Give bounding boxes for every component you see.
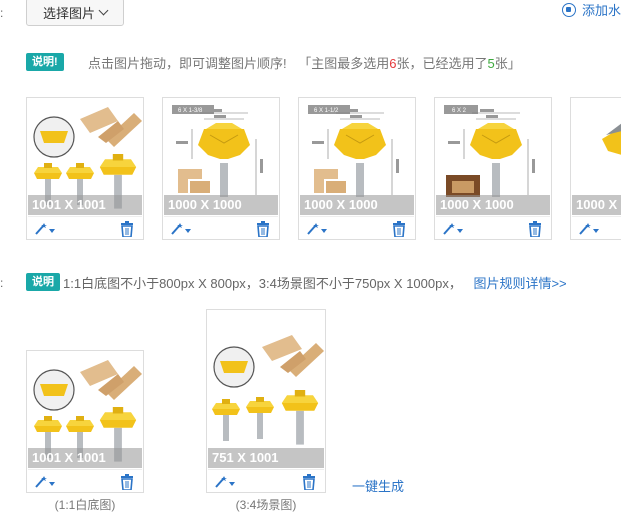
main-image-5[interactable]: 1000 X — [570, 97, 621, 240]
image-toolbar — [164, 216, 278, 241]
image-size-caption: 1001 X 1001 — [28, 195, 142, 215]
add-watermark-label: 添加水 — [582, 3, 621, 18]
main-image-1[interactable]: 1001 X 1001 — [26, 97, 144, 240]
trash-icon[interactable] — [392, 221, 406, 237]
magic-wand-icon[interactable] — [34, 222, 56, 236]
spec-label: 6 X 2 — [452, 108, 467, 114]
trash-icon[interactable] — [528, 221, 542, 237]
image-toolbar — [300, 216, 414, 241]
trash-icon[interactable] — [120, 221, 134, 237]
image-toolbar — [28, 469, 142, 494]
magic-wand-icon[interactable] — [214, 475, 236, 489]
size-rule-note: 1:1白底图不小于800px X 800px，3:4场景图不小于750px X … — [63, 273, 567, 292]
one-click-generate-link[interactable]: 一键生成 — [352, 476, 404, 495]
image-size-caption: 1000 X 1000 — [300, 195, 414, 215]
select-image-button[interactable]: 选择图片 — [26, 0, 124, 26]
note-max-prefix: 「主图最多选用 — [298, 56, 390, 71]
scene-image-label: (3:4场景图) — [235, 498, 297, 512]
field-colon: : — [0, 6, 4, 20]
image-rules-link[interactable]: 图片规则详情>> — [473, 276, 566, 291]
product-photo — [208, 311, 324, 469]
used-count: 5 — [487, 56, 495, 71]
max-count: 6 — [389, 56, 397, 71]
image-size-caption: 1001 X 1001 — [28, 448, 142, 468]
note-drag-text: 点击图片拖动，即可调整图片顺序! — [88, 56, 287, 71]
note-badge: 说明 — [26, 273, 60, 291]
image-order-note: 点击图片拖动，即可调整图片顺序! 「主图最多选用6张，已经选用了5张」 — [88, 53, 521, 72]
chevron-down-icon — [98, 5, 109, 15]
magic-wand-icon[interactable] — [170, 222, 192, 236]
trash-icon[interactable] — [120, 474, 134, 490]
magic-wand-icon[interactable] — [34, 475, 56, 489]
image-size-caption: 1000 X — [572, 195, 621, 215]
spec-label: 6 X 1-3/8 — [178, 108, 203, 114]
image-size-caption: 751 X 1001 — [208, 448, 324, 468]
note-used-prefix: 张，已经选用了 — [396, 56, 488, 71]
magic-wand-icon[interactable] — [442, 222, 464, 236]
magic-wand-icon[interactable] — [578, 222, 600, 236]
note-suffix: 张」 — [494, 56, 521, 71]
trash-icon[interactable] — [256, 221, 270, 237]
image-toolbar — [572, 216, 621, 241]
image-toolbar — [28, 216, 142, 241]
magic-wand-icon[interactable] — [306, 222, 328, 236]
watermark-icon — [562, 2, 576, 17]
size-rule-text: 1:1白底图不小于800px X 800px，3:4场景图不小于750px X … — [63, 276, 462, 291]
main-image-3[interactable]: 6 X 1-1/2 1000 X 1000 — [298, 97, 416, 240]
main-image-2[interactable]: 6 X 1-3/8 1000 X 1000 — [162, 97, 280, 240]
square-image-label: (1:1白底图) — [54, 498, 116, 512]
add-watermark-link[interactable]: 添加水 — [562, 0, 621, 19]
trash-icon[interactable] — [302, 474, 316, 490]
square-white-image[interactable]: 1001 X 1001 — [26, 350, 144, 493]
image-toolbar — [436, 216, 550, 241]
spec-label: 6 X 1-1/2 — [314, 108, 339, 114]
image-size-caption: 1000 X 1000 — [164, 195, 278, 215]
main-image-4[interactable]: 6 X 2 1000 X 1000 — [434, 97, 552, 240]
image-toolbar — [208, 469, 324, 494]
scene-image[interactable]: 751 X 1001 — [206, 309, 326, 493]
field-colon: : — [0, 276, 4, 290]
image-size-caption: 1000 X 1000 — [436, 195, 550, 215]
note-badge: 说明! — [26, 53, 64, 71]
select-image-label: 选择图片 — [42, 5, 95, 21]
